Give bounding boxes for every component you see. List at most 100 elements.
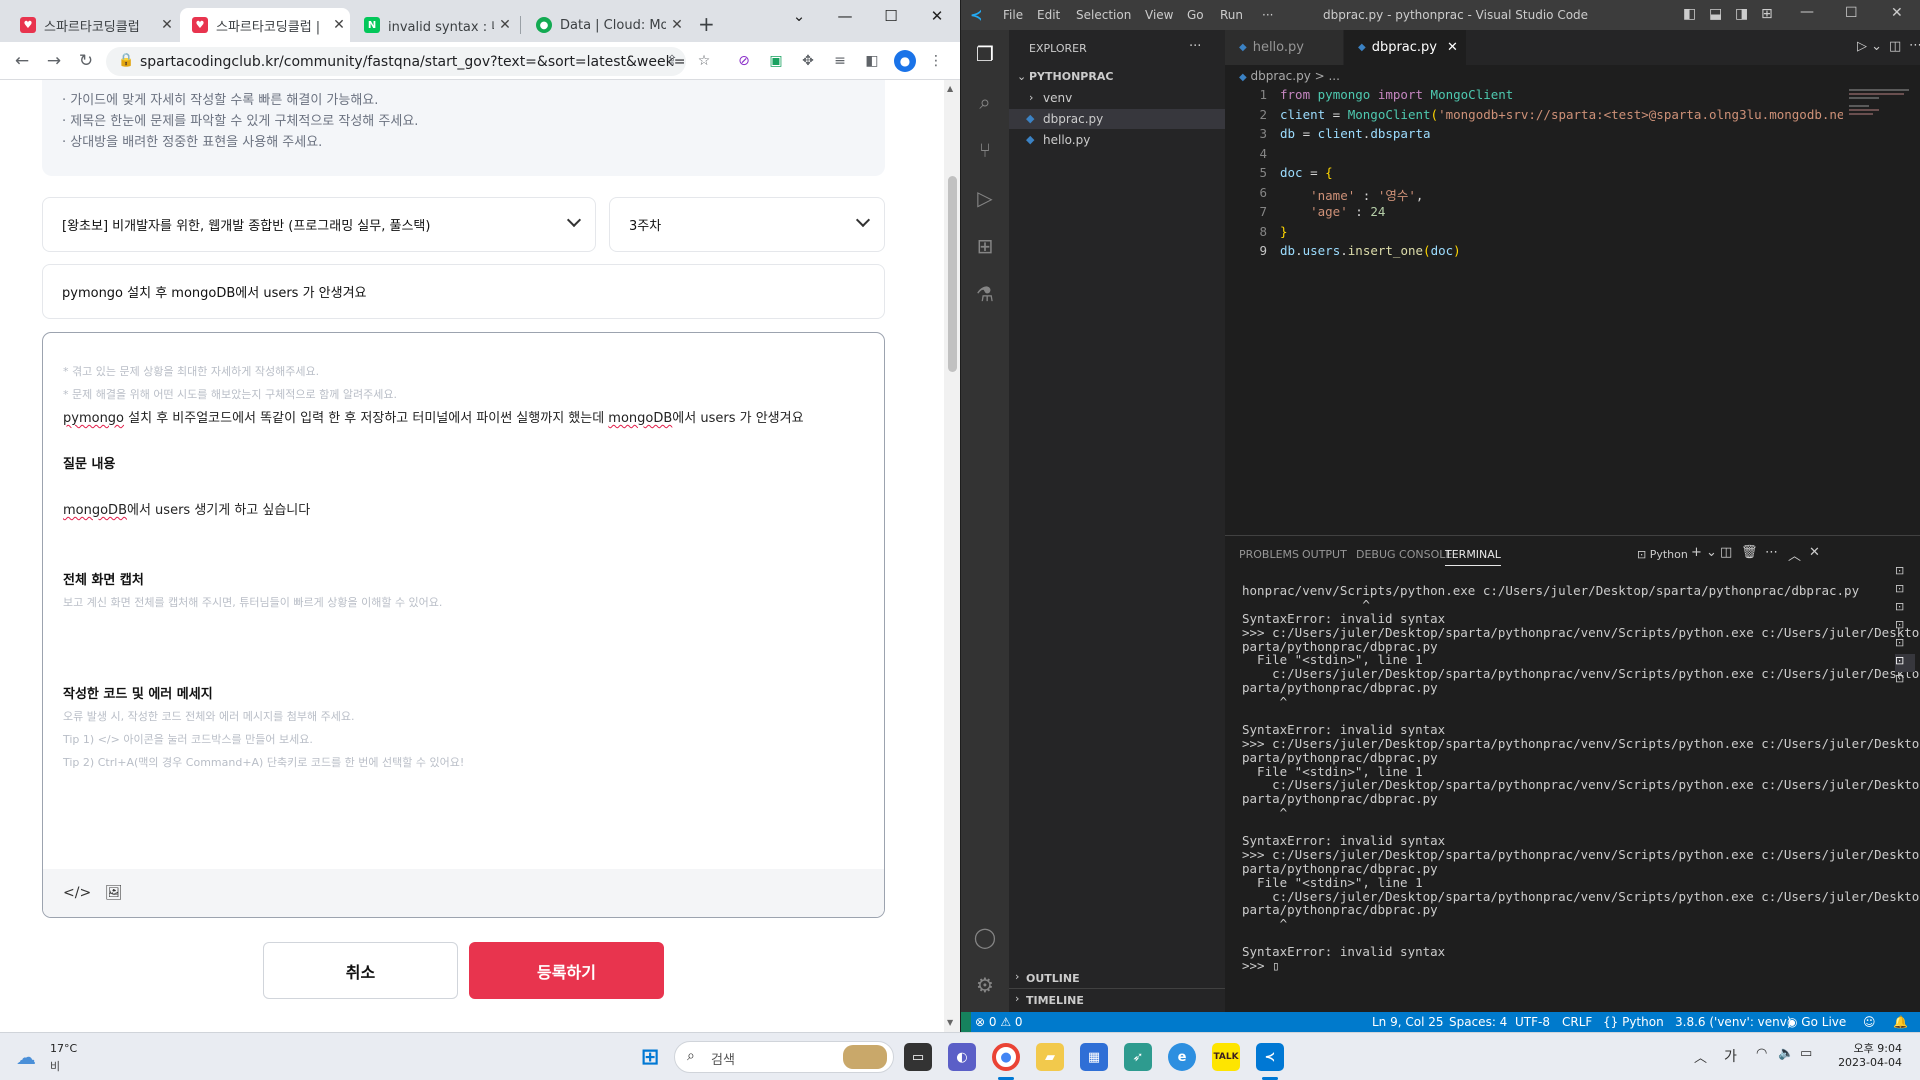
question-title-input[interactable]: pymongo 설치 후 mongoDB에서 users 가 안생겨요 (42, 264, 885, 319)
toggle-sidebar-icon[interactable]: ◧ (1683, 6, 1696, 22)
chrome-menu-icon[interactable]: ⋮ (926, 51, 946, 71)
terminal-list-icon-active[interactable]: ⊡ (1895, 654, 1915, 672)
chrome-taskbar-icon[interactable]: ● (992, 1043, 1020, 1071)
toggle-panel-icon[interactable]: ⬓ (1709, 6, 1722, 22)
feedback-icon[interactable]: ☺ (1863, 1015, 1876, 1029)
notifications-bell-icon[interactable]: 🔔 (1893, 1015, 1908, 1029)
accounts-icon[interactable]: ◯ (971, 923, 999, 951)
customize-layout-icon[interactable]: ⊞ (1761, 6, 1773, 22)
editor-more-icon[interactable]: ⋯ (1909, 38, 1920, 53)
extension-block-icon[interactable]: ⊘ (734, 51, 754, 71)
workspace-folder[interactable]: PYTHONPRAC (1029, 70, 1113, 83)
browser-tab-sparta-1[interactable]: ♥ 스파르타코딩클럽 ✕ (8, 8, 178, 42)
tab-close-icon[interactable]: ✕ (666, 17, 688, 33)
go-live[interactable]: ◉ Go Live (1787, 1015, 1846, 1029)
tab-dbprac-py[interactable]: ◆ dbprac.py ✕ (1344, 30, 1466, 65)
menu-view[interactable]: View (1145, 8, 1173, 22)
terminal-list-icon[interactable]: ⊡ (1895, 672, 1915, 690)
browser-tab-sparta-2[interactable]: ♥ 스파르타코딩클럽 | ✕ (180, 8, 350, 42)
outline-section[interactable]: OUTLINE (1026, 972, 1080, 985)
maximize-button[interactable]: ☐ (868, 0, 914, 32)
ime-indicator[interactable]: 가 (1724, 1046, 1737, 1066)
terminal-instance[interactable]: ⊡ Python (1637, 548, 1688, 561)
close-window-button[interactable]: ✕ (1891, 5, 1903, 21)
share-icon[interactable]: ⇪ (662, 51, 682, 71)
new-terminal-icon[interactable]: + ⌄ (1691, 545, 1717, 560)
menu-file[interactable]: File (1003, 8, 1023, 22)
back-arrow-icon[interactable]: ← (10, 49, 34, 73)
browser-tab-naver[interactable]: N invalid syntax : 네이 ✕ (352, 8, 516, 42)
menu-selection[interactable]: Selection (1076, 8, 1131, 22)
extensions-icon[interactable]: ⊞ (971, 232, 999, 260)
menu-edit[interactable]: Edit (1037, 8, 1060, 22)
cancel-button[interactable]: 취소 (263, 942, 458, 999)
tab-close-icon[interactable]: ✕ (328, 17, 350, 33)
tab-hello-py[interactable]: ◆ hello.py (1225, 30, 1343, 65)
panel-tab-terminal[interactable]: TERMINAL (1445, 548, 1501, 566)
reload-icon[interactable]: ↻ (74, 49, 98, 73)
gear-icon[interactable]: ⚙ (971, 971, 999, 999)
submit-button[interactable]: 등록하기 (469, 942, 664, 999)
vscode-taskbar-icon[interactable]: ≺ (1256, 1043, 1284, 1071)
terminal-list-icon[interactable]: ⊡ (1895, 618, 1915, 636)
new-tab-button[interactable]: + (698, 12, 715, 36)
extension-green-icon[interactable]: ▣ (766, 51, 786, 71)
forward-arrow-icon[interactable]: → (42, 49, 66, 73)
search-icon[interactable]: ⌕ (971, 88, 999, 116)
minimize-button[interactable]: — (1800, 4, 1814, 20)
run-file-icon[interactable]: ▷ ⌄ (1857, 39, 1882, 54)
teams-chat-icon[interactable]: ◐ (948, 1043, 976, 1071)
timeline-section[interactable]: TIMELINE (1026, 994, 1084, 1007)
address-bar[interactable]: 🔒 spartacodingclub.kr/community/fastqna/… (106, 47, 686, 76)
app-feather-icon[interactable]: ➶ (1124, 1043, 1152, 1071)
testing-flask-icon[interactable]: ⚗ (971, 280, 999, 308)
explorer-files-icon[interactable]: ❐ (971, 40, 999, 68)
terminal-list-icon[interactable]: ⊡ (1895, 564, 1915, 582)
code-editor[interactable]: 1 from pymongo import MongoClient 2 client … (1225, 87, 1843, 527)
close-panel-icon[interactable]: ✕ (1809, 545, 1820, 560)
tab-close-icon[interactable]: ✕ (156, 17, 178, 33)
panel-tab-debug-console[interactable]: DEBUG CONSOLE (1356, 548, 1452, 561)
reading-list-icon[interactable]: ≡ (830, 51, 850, 71)
tree-item-venv[interactable]: venv (1043, 91, 1072, 105)
bookmark-star-icon[interactable]: ☆ (694, 51, 714, 71)
panel-tab-output[interactable]: OUTPUT (1302, 548, 1347, 561)
remote-indicator[interactable] (961, 1012, 971, 1032)
weather-temp[interactable]: 17°C (50, 1042, 77, 1055)
maximize-panel-icon[interactable]: ︿ (1788, 545, 1801, 564)
taskbar-search-box[interactable]: ⌕ 검색 (674, 1041, 894, 1073)
battery-icon[interactable]: ▭ (1800, 1046, 1812, 1061)
scroll-down-icon[interactable]: ▼ (947, 1018, 953, 1027)
python-interpreter[interactable]: 3.8.6 ('venv': venv) (1675, 1015, 1792, 1029)
code-block-icon[interactable]: </> (63, 885, 91, 901)
question-body-editor[interactable]: * 겪고 있는 문제 상황을 최대한 자세하게 작성해주세요. * 문제 해결을… (42, 332, 885, 918)
extensions-puzzle-icon[interactable]: ✥ (798, 51, 818, 71)
trash-icon[interactable]: 🗑 (1741, 545, 1758, 560)
windows-start-icon[interactable]: ⊞ (636, 1043, 664, 1071)
internet-explorer-icon[interactable]: e (1168, 1043, 1196, 1071)
scrollbar-thumb[interactable] (948, 176, 957, 372)
breadcrumb[interactable]: ◆ dbprac.py > ... (1239, 69, 1340, 83)
minimize-button[interactable]: — (822, 0, 868, 32)
browser-tab-mongodb[interactable]: ● Data | Cloud: Mong ✕ (524, 8, 688, 42)
tab-search-icon[interactable]: ⌄ (776, 0, 822, 32)
panel-tab-problems[interactable]: PROBLEMS (1239, 548, 1299, 561)
side-panel-icon[interactable]: ◧ (862, 51, 882, 71)
menu-more[interactable]: ··· (1262, 8, 1273, 22)
minimap[interactable] (1849, 86, 1917, 116)
terminal-list-icon[interactable]: ⊡ (1895, 582, 1915, 600)
terminal-list-icon[interactable]: ⊡ (1895, 600, 1915, 618)
volume-icon[interactable]: 🔈 (1778, 1046, 1794, 1061)
chevron-down-icon[interactable]: ⌄ (1017, 70, 1026, 83)
run-debug-icon[interactable]: ▷ (971, 184, 999, 212)
panel-more-icon[interactable]: ⋯ (1765, 545, 1778, 560)
page-scrollbar[interactable]: ▲ ▼ (944, 80, 960, 1032)
weather-desc[interactable]: 비 (50, 1058, 60, 1074)
microsoft-store-icon[interactable]: ▦ (1080, 1043, 1108, 1071)
week-select[interactable]: 3주차 (609, 197, 885, 252)
indentation[interactable]: Spaces: 4 (1449, 1015, 1507, 1029)
tree-item-dbprac[interactable]: dbprac.py (1043, 112, 1103, 126)
wifi-icon[interactable]: ◠ (1756, 1046, 1767, 1061)
kakaotalk-icon[interactable]: TALK (1212, 1043, 1240, 1071)
task-view-icon[interactable]: ▭ (904, 1043, 932, 1071)
